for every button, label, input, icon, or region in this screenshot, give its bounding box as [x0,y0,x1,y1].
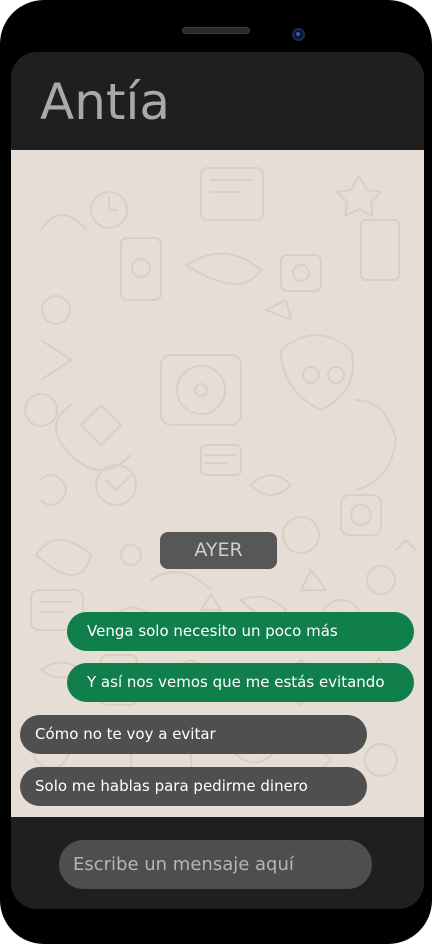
contact-name[interactable]: Antía [40,74,170,130]
phone-frame: Antía AYER Venga solo necesito un poco m… [0,0,432,944]
message-input[interactable]: Escribe un mensaje aquí [59,840,372,889]
message-bubble-outgoing[interactable]: Y así nos vemos que me estás evitando [67,663,414,702]
message-bubble-incoming[interactable]: Solo me hablas para pedirme dinero [20,767,367,806]
chat-area[interactable]: AYER Venga solo necesito un poco más Y a… [11,150,424,817]
earpiece-speaker [182,27,250,34]
message-bubble-outgoing[interactable]: Venga solo necesito un poco más [67,612,414,651]
message-composer: Escribe un mensaje aquí [11,817,424,909]
date-divider: AYER [160,532,277,569]
front-camera [292,28,305,41]
message-bubble-incoming[interactable]: Cómo no te voy a evitar [20,715,367,754]
chat-header: Antía [11,52,424,150]
phone-screen: Antía AYER Venga solo necesito un poco m… [11,52,424,909]
